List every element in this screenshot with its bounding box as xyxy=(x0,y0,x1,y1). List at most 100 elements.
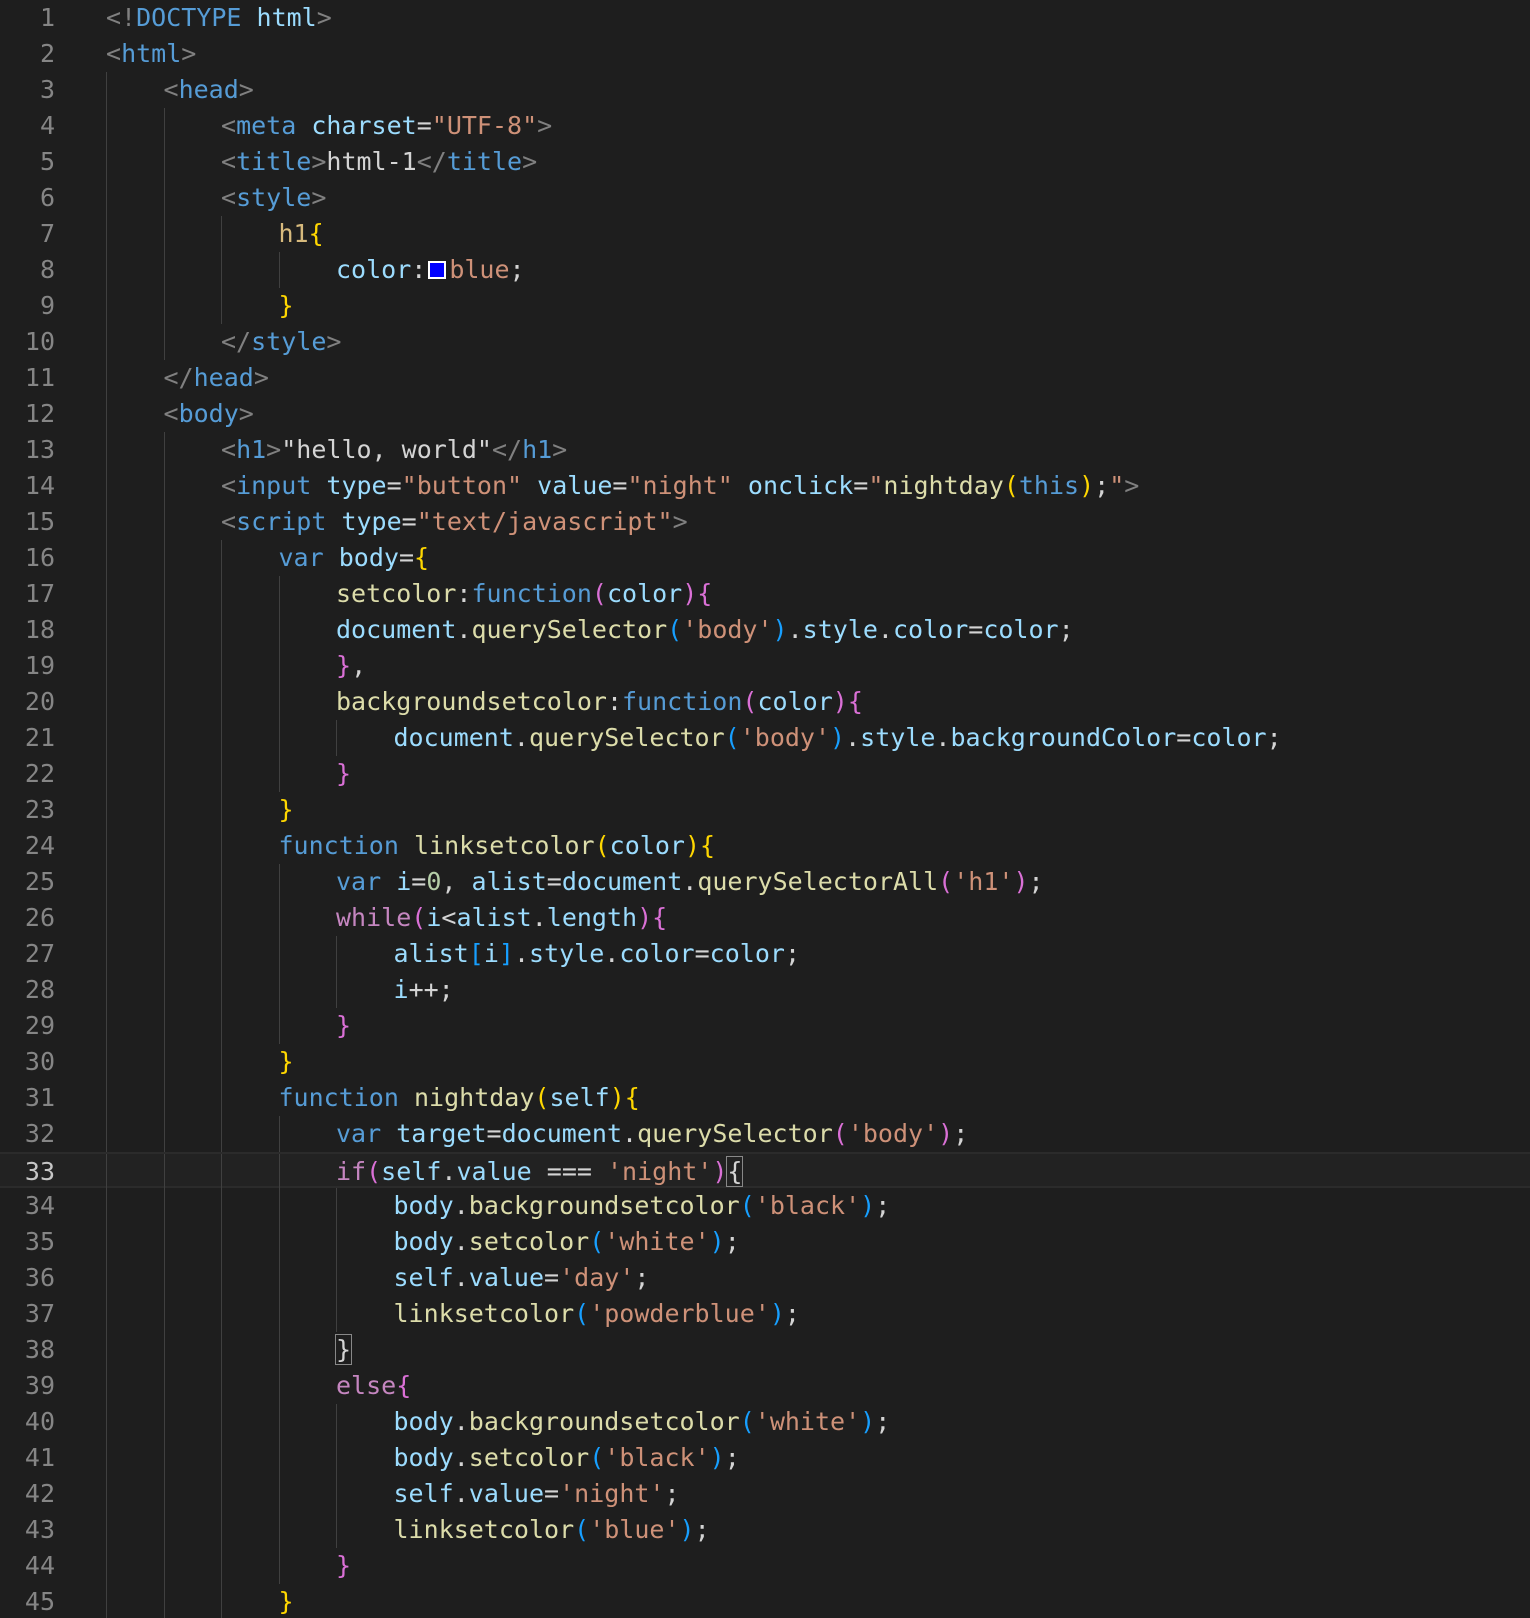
code-token: head xyxy=(178,75,239,104)
code-token: > xyxy=(181,39,197,68)
code-line[interactable]: 18 document.querySelector('body').style.c… xyxy=(0,612,1530,648)
code-line[interactable]: 4 <meta charset="UTF-8"> xyxy=(0,108,1530,144)
code-line[interactable]: 15 <script type="text/javascript"> xyxy=(0,504,1530,540)
code-token: self xyxy=(393,1263,454,1292)
code-token: backgroundColor xyxy=(950,723,1177,752)
code-line[interactable]: 12 <body> xyxy=(0,396,1530,432)
indent-guide xyxy=(221,684,222,720)
code-line[interactable]: 28 i++; xyxy=(0,972,1530,1008)
code-text: document.querySelector('body').style.col… xyxy=(336,612,1074,648)
indent-guide xyxy=(106,180,107,216)
indent-guide xyxy=(163,288,165,324)
code-line[interactable]: 9} xyxy=(0,288,1530,324)
code-line[interactable]: 38} xyxy=(0,1332,1530,1368)
code-line[interactable]: 21 document.querySelector('body').style.b… xyxy=(0,720,1530,756)
code-line[interactable]: 39 else{ xyxy=(0,1368,1530,1404)
code-line[interactable]: 37 linksetcolor('powderblue'); xyxy=(0,1296,1530,1332)
code-line[interactable]: 32 var target=document.querySelector('bod… xyxy=(0,1116,1530,1152)
indent-guide xyxy=(221,900,222,936)
code-line[interactable]: 1 <!DOCTYPE html> xyxy=(0,0,1530,36)
indent-guide xyxy=(278,900,280,936)
indent-guide xyxy=(106,1008,107,1044)
code-line[interactable]: 29} xyxy=(0,1008,1530,1044)
code-token: { xyxy=(697,579,713,608)
code-token: document xyxy=(393,723,514,752)
code-text: var body={ xyxy=(279,540,430,576)
code-line[interactable]: 35 body.setcolor('white'); xyxy=(0,1224,1530,1260)
code-token: ( xyxy=(739,1407,755,1436)
line-number: 28 xyxy=(24,975,55,1004)
code-token: querySelector xyxy=(528,723,725,752)
code-text: self.value='night'; xyxy=(394,1476,680,1512)
code-line[interactable]: 10 </style> xyxy=(0,324,1530,360)
indent-guide xyxy=(278,1260,280,1296)
indent-guide xyxy=(163,684,165,720)
code-line[interactable]: 26 while(i<alist.length){ xyxy=(0,900,1530,936)
code-line[interactable]: 45} xyxy=(0,1584,1530,1618)
indent-guide xyxy=(336,1512,337,1548)
code-token: ; xyxy=(1266,723,1282,752)
code-line[interactable]: 20 backgroundsetcolor:function(color){ xyxy=(0,684,1530,720)
code-line[interactable]: 2 <html> xyxy=(0,36,1530,72)
code-token: { xyxy=(624,1083,640,1112)
code-token: " xyxy=(1109,471,1125,500)
code-line[interactable]: 23} xyxy=(0,792,1530,828)
code-token: ) xyxy=(769,1299,785,1328)
code-line[interactable]: 7 h1{ xyxy=(0,216,1530,252)
indent-guide xyxy=(221,648,222,684)
code-line[interactable]: 25 var i=0, alist=document.querySelectorA… xyxy=(0,864,1530,900)
code-line[interactable]: 13 <h1>"hello, world"</h1> xyxy=(0,432,1530,468)
code-line[interactable]: 19}, xyxy=(0,648,1530,684)
indent-guide xyxy=(106,612,107,648)
indent-guide xyxy=(221,1154,222,1190)
code-token: . xyxy=(453,1263,469,1292)
line-number: 36 xyxy=(24,1263,55,1292)
code-line[interactable]: 44} xyxy=(0,1548,1530,1584)
indent-guide xyxy=(163,576,165,612)
code-line[interactable]: 11 </head> xyxy=(0,360,1530,396)
code-token: ( xyxy=(739,1191,755,1220)
code-token: nightday xyxy=(883,471,1004,500)
code-line[interactable]: 14 <input type="button" value="night" onc… xyxy=(0,468,1530,504)
indent-guide xyxy=(221,288,222,324)
code-token: document xyxy=(561,867,683,896)
code-token: setcolor xyxy=(468,1443,590,1472)
code-line[interactable]: 43 linksetcolor('blue'); xyxy=(0,1512,1530,1548)
code-line[interactable]: 27 alist[i].style.color=color; xyxy=(0,936,1530,972)
indent-guide xyxy=(278,576,280,612)
code-token: = xyxy=(544,1479,560,1508)
code-line[interactable]: 8 color: blue; xyxy=(0,252,1530,288)
code-line[interactable]: 17 setcolor:function(color){ xyxy=(0,576,1530,612)
code-token: ( xyxy=(574,1299,590,1328)
code-token: ; xyxy=(1094,471,1110,500)
color-swatch-icon[interactable] xyxy=(428,261,447,279)
code-token: === xyxy=(531,1157,607,1186)
code-token: self xyxy=(393,1479,454,1508)
code-line[interactable]: 5 <title>html-1</title> xyxy=(0,144,1530,180)
code-token: body xyxy=(393,1191,454,1220)
code-token: ( xyxy=(1003,471,1019,500)
code-token: } xyxy=(336,1011,352,1040)
code-line[interactable]: 34 body.backgroundsetcolor('black'); xyxy=(0,1188,1530,1224)
code-line[interactable]: 31 function nightday(self){ xyxy=(0,1080,1530,1116)
code-line[interactable]: 22} xyxy=(0,756,1530,792)
code-line[interactable]: 24 function linksetcolor(color){ xyxy=(0,828,1530,864)
code-line[interactable]: 42 self.value='night'; xyxy=(0,1476,1530,1512)
code-token: < xyxy=(441,903,457,932)
code-line[interactable]: 36 self.value='day'; xyxy=(0,1260,1530,1296)
code-token: < xyxy=(106,39,122,68)
code-editor[interactable]: 1 <!DOCTYPE html> 2 <html> 3 <head> 4 <meta cha… xyxy=(0,0,1530,1618)
code-text: <head> xyxy=(164,72,254,108)
code-line[interactable]: 6 <style> xyxy=(0,180,1530,216)
code-line[interactable]: 3 <head> xyxy=(0,72,1530,108)
line-number: 42 xyxy=(24,1479,55,1508)
code-line[interactable]: 33 if(self.value === 'night'){ xyxy=(0,1152,1530,1190)
code-text: else{ xyxy=(336,1368,411,1404)
code-line[interactable]: 16 var body={ xyxy=(0,540,1530,576)
code-line[interactable]: 41 body.setcolor('black'); xyxy=(0,1440,1530,1476)
code-token: . xyxy=(453,1407,469,1436)
indent-guide xyxy=(221,720,222,756)
code-line[interactable]: 30} xyxy=(0,1044,1530,1080)
code-line[interactable]: 40 body.backgroundsetcolor('white'); xyxy=(0,1404,1530,1440)
code-token: { xyxy=(652,903,668,932)
